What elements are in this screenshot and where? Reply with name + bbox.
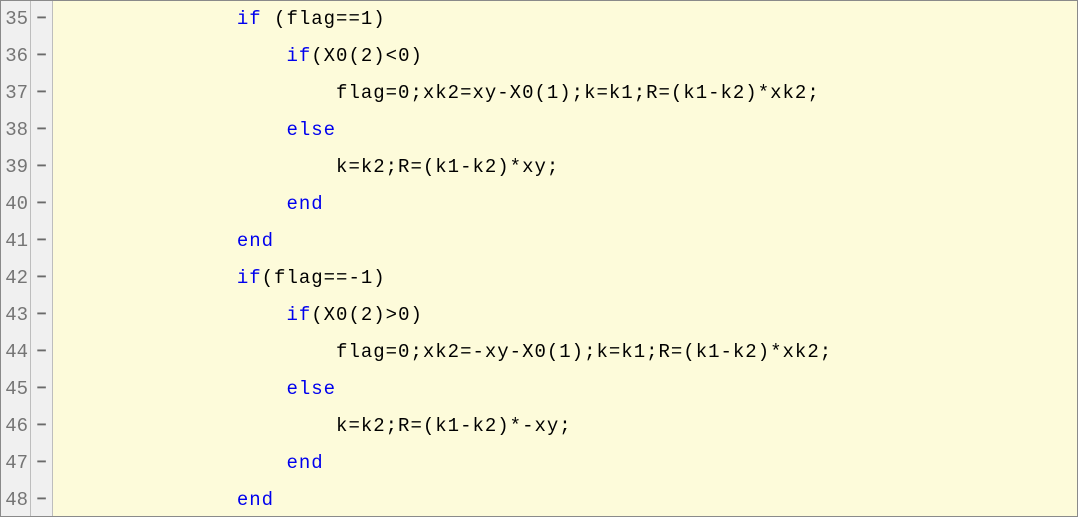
code-line[interactable]: k=k2;R=(k1-k2)*-xy; [88,408,1077,445]
keyword-token: if [237,8,262,30]
fold-marker[interactable]: − [31,149,52,186]
code-line[interactable]: if (flag==1) [88,1,1077,38]
indent [88,8,237,30]
indent [88,304,286,326]
indent [88,489,237,511]
fold-marker[interactable]: − [31,260,52,297]
code-token: (X0(2)<0) [311,45,423,67]
fold-marker[interactable]: − [31,297,52,334]
code-line[interactable]: end [88,223,1077,260]
indent [88,156,336,178]
keyword-token: if [286,45,311,67]
line-number: 41 [1,223,28,260]
line-number: 35 [1,1,28,38]
fold-marker[interactable]: − [31,186,52,223]
fold-marker[interactable]: − [31,334,52,371]
keyword-token: if [237,267,262,289]
code-token: k=k2;R=(k1-k2)*-xy; [336,415,572,437]
keyword-token: else [286,119,336,141]
code-line[interactable]: flag=0;xk2=xy-X0(1);k=k1;R=(k1-k2)*xk2; [88,75,1077,112]
line-number: 46 [1,408,28,445]
code-line[interactable]: else [88,112,1077,149]
line-number: 47 [1,445,28,482]
code-line[interactable]: end [88,482,1077,519]
code-line[interactable]: k=k2;R=(k1-k2)*xy; [88,149,1077,186]
line-number: 48 [1,482,28,519]
fold-marker[interactable]: − [31,38,52,75]
code-line[interactable]: end [88,445,1077,482]
code-editor[interactable]: 3536373839404142434445464748 −−−−−−−−−−−… [0,0,1078,517]
line-number: 39 [1,149,28,186]
fold-marker[interactable]: − [31,112,52,149]
line-number: 45 [1,371,28,408]
keyword-token: end [237,489,274,511]
fold-marker[interactable]: − [31,482,52,519]
code-token: flag=0;xk2=-xy-X0(1);k=k1;R=(k1-k2)*xk2; [336,341,832,363]
fold-gutter[interactable]: −−−−−−−−−−−−−− [31,1,53,516]
fold-marker[interactable]: − [31,223,52,260]
fold-marker[interactable]: − [31,1,52,38]
code-line[interactable]: if(X0(2)>0) [88,297,1077,334]
indent [88,82,336,104]
fold-marker[interactable]: − [31,371,52,408]
code-line[interactable]: flag=0;xk2=-xy-X0(1);k=k1;R=(k1-k2)*xk2; [88,334,1077,371]
keyword-token: else [286,378,336,400]
line-number-gutter: 3536373839404142434445464748 [1,1,31,516]
code-line[interactable]: if(X0(2)<0) [88,38,1077,75]
code-token: (flag==-1) [262,267,386,289]
indent [88,45,286,67]
indent [88,193,286,215]
code-token: k=k2;R=(k1-k2)*xy; [336,156,559,178]
indent [88,452,286,474]
code-line[interactable]: end [88,186,1077,223]
indent [88,341,336,363]
line-number: 38 [1,112,28,149]
keyword-token: end [286,193,323,215]
line-number: 43 [1,297,28,334]
line-number: 42 [1,260,28,297]
indent [88,119,286,141]
line-number: 37 [1,75,28,112]
code-token: (flag==1) [262,8,386,30]
code-line[interactable]: else [88,371,1077,408]
code-token: flag=0;xk2=xy-X0(1);k=k1;R=(k1-k2)*xk2; [336,82,820,104]
margin-spacer [53,1,88,516]
line-number: 40 [1,186,28,223]
code-area[interactable]: if (flag==1) if(X0(2)<0) flag=0;xk2=xy-X… [88,1,1077,516]
indent [88,267,237,289]
code-line[interactable]: if(flag==-1) [88,260,1077,297]
line-number: 36 [1,38,28,75]
line-number: 44 [1,334,28,371]
fold-marker[interactable]: − [31,408,52,445]
keyword-token: if [286,304,311,326]
keyword-token: end [237,230,274,252]
code-token: (X0(2)>0) [311,304,423,326]
fold-marker[interactable]: − [31,445,52,482]
indent [88,230,237,252]
indent [88,378,286,400]
indent [88,415,336,437]
keyword-token: end [286,452,323,474]
fold-marker[interactable]: − [31,75,52,112]
